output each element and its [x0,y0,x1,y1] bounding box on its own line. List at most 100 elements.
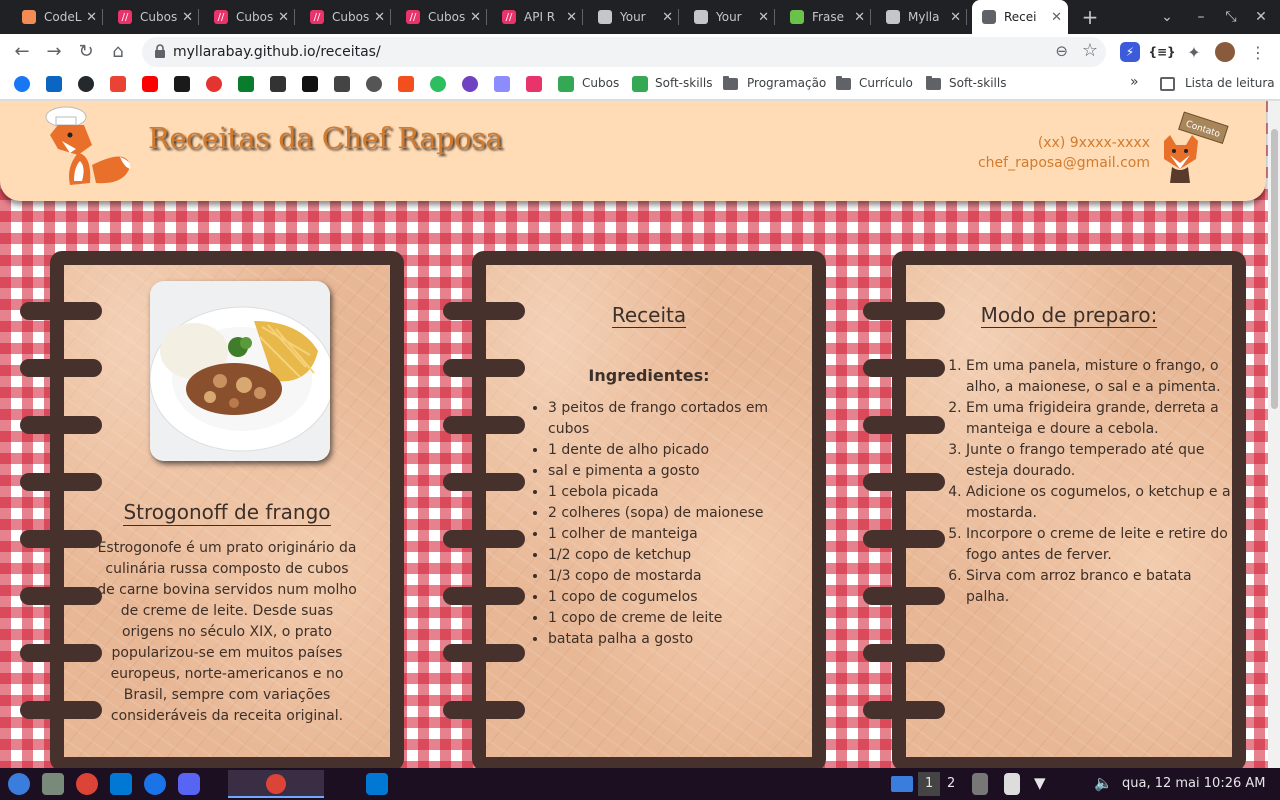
extensions-puzzle-icon[interactable]: ✦ [1184,42,1204,62]
menu-kebab-icon[interactable]: ⋮ [1248,42,1268,62]
tab-close-icon[interactable]: ✕ [86,10,97,25]
tab-close-icon[interactable]: ✕ [758,10,769,25]
tab-close-icon[interactable]: ✕ [566,10,577,25]
browser-tab[interactable]: // Cubos ✕ [108,0,199,34]
clipboard-icon[interactable] [972,773,988,795]
more-bookmarks-icon[interactable]: » [1130,74,1139,90]
tab-search-icon[interactable]: ⌄ [1150,0,1184,34]
tomato-timer-icon[interactable] [206,76,222,92]
profile-avatar[interactable] [1215,42,1235,62]
tab-close-icon[interactable]: ✕ [950,10,961,25]
page-scrollbar[interactable] [1268,101,1280,768]
youtube-icon[interactable] [142,76,158,92]
taskbar-chrome-window[interactable] [228,770,324,798]
cubos-icon[interactable] [526,76,542,92]
launcher-icon[interactable] [8,773,30,795]
workspace-preview-icon[interactable] [891,776,913,792]
tab-separator [486,9,487,25]
bookmark-soft-skills[interactable]: Soft-skills [655,76,712,90]
browser-tab[interactable]: Your ✕ [684,0,775,34]
evernote-icon[interactable] [430,76,446,92]
zoom-icon[interactable]: ⊖ [1055,42,1068,60]
tab-close-icon[interactable]: ✕ [278,10,289,25]
back-arrow-icon[interactable]: ← [10,40,34,64]
spiral-ring [20,473,102,491]
new-tab-button[interactable]: + [1078,5,1102,29]
tab-close-icon[interactable]: ✕ [374,10,385,25]
hackerrank-icon[interactable] [302,76,318,92]
reload-icon[interactable]: ↻ [74,40,98,64]
reading-list[interactable]: Lista de leitura [1185,76,1275,90]
restore-button[interactable]: ⤡ [1214,0,1248,34]
purple-app-icon[interactable] [462,76,478,92]
classroom-icon[interactable] [632,76,648,92]
discord-icon[interactable] [178,773,200,795]
home-icon[interactable]: ⌂ [106,40,130,64]
shutter-icon[interactable] [144,773,166,795]
tab-close-icon[interactable]: ✕ [854,10,865,25]
scrollbar-thumb[interactable] [1271,129,1278,409]
tab-close-icon[interactable]: ✕ [1051,10,1062,25]
folder-icon[interactable] [836,76,851,90]
github-icon[interactable] [78,76,94,92]
notes-app-icon[interactable] [174,76,190,92]
battery-icon[interactable] [1004,773,1020,795]
browser-tab[interactable]: CodeL ✕ [12,0,103,34]
bookmark-star-icon[interactable]: ☆ [1082,40,1098,61]
contact-info: (xx) 9xxxx-xxxx chef_raposa@gmail.com [978,133,1150,173]
tab-separator [294,9,295,25]
ingredient-item: batata palha a gosto [548,629,812,650]
email-address[interactable]: chef_raposa@gmail.com [978,153,1150,173]
clock[interactable]: qua, 12 mai 10:26 AM [1122,776,1265,791]
workspace-2[interactable]: 2 [947,776,955,791]
classroom-icon[interactable] [558,76,574,92]
bookmark-folder-soft-skills[interactable]: Soft-skills [949,76,1006,90]
wifi-icon[interactable]: ▼ [1034,774,1046,792]
json-extension-icon[interactable]: {≡} [1148,42,1175,62]
gmail-icon[interactable] [110,76,126,92]
browser-tab[interactable]: Recei ✕ [972,0,1068,34]
codepen-icon[interactable] [270,76,286,92]
contact-fox-icon[interactable]: Contato [1156,111,1232,187]
tab-close-icon[interactable]: ✕ [470,10,481,25]
vscode-icon[interactable] [110,773,132,795]
tab-separator [390,9,391,25]
tab-favicon-icon [22,10,36,24]
app-icon[interactable] [238,76,254,92]
bookmark-folder-curriculo[interactable]: Currículo [859,76,913,90]
document-icon[interactable] [334,76,350,92]
linkedin-icon[interactable] [46,76,62,92]
preparation-step: Em uma panela, misture o frango, o alho,… [966,356,1238,398]
browser-tab[interactable]: // Cubos ✕ [204,0,295,34]
figma-icon[interactable] [398,76,414,92]
chrome-icon[interactable] [76,773,98,795]
tab-close-icon[interactable]: ✕ [662,10,673,25]
folder-icon[interactable] [723,76,738,90]
bookmark-folder-programacao[interactable]: Programação [747,76,826,90]
browser-tab[interactable]: // Cubos ✕ [396,0,487,34]
volume-icon[interactable]: 🔈 [1094,774,1113,792]
stack-app-icon[interactable] [494,76,510,92]
address-bar[interactable]: myllarabay.github.io/receitas/ ⊖ ☆ [142,37,1106,67]
browser-tab[interactable]: Mylla ✕ [876,0,967,34]
forward-arrow-icon[interactable]: → [42,40,66,64]
folder-icon[interactable] [926,76,941,90]
browser-tab[interactable]: // Cubos ✕ [300,0,391,34]
tab-close-icon[interactable]: ✕ [182,10,193,25]
vscode-window-icon[interactable] [366,773,388,795]
browser-tab[interactable]: Your ✕ [588,0,679,34]
file-manager-icon[interactable] [42,773,64,795]
minimize-button[interactable]: – [1184,0,1218,34]
browser-tab[interactable]: // API R ✕ [492,0,583,34]
close-window-button[interactable]: ✕ [1244,0,1278,34]
bookmark-cubos[interactable]: Cubos [582,76,619,90]
workspace-1[interactable]: 1 [925,776,933,791]
url-text[interactable]: myllarabay.github.io/receitas/ [173,44,381,60]
spiral-ring [863,701,945,719]
messenger-extension-icon[interactable]: ⚡ [1120,42,1140,62]
browser-tab[interactable]: Frase ✕ [780,0,871,34]
circle-app-icon[interactable] [366,76,382,92]
reading-list-icon[interactable] [1160,77,1175,91]
lock-icon [155,44,165,58]
facebook-icon[interactable] [14,76,30,92]
